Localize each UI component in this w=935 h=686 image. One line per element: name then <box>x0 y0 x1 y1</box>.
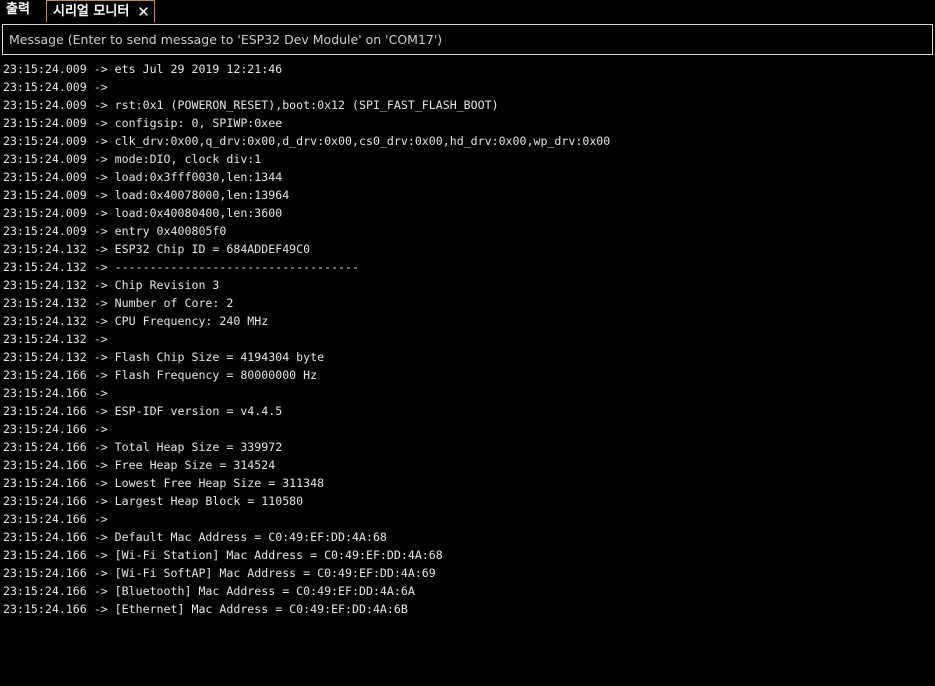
tab-serial-monitor[interactable]: 시리얼 모니터 ✕ <box>46 0 155 22</box>
log-line: 23:15:24.166 -> Total Heap Size = 339972 <box>3 440 283 454</box>
log-line: 23:15:24.009 -> load:0x40080400,len:3600 <box>3 206 283 220</box>
log-line: 23:15:24.132 -> Flash Chip Size = 419430… <box>3 350 325 364</box>
log-line: 23:15:24.166 -> <box>3 512 115 526</box>
log-line: 23:15:24.166 -> [Wi-Fi Station] Mac Addr… <box>3 548 443 562</box>
log-line: 23:15:24.132 -> Chip Revision 3 <box>3 278 220 292</box>
message-input[interactable] <box>2 24 933 55</box>
tab-output[interactable]: 출력 <box>6 0 30 21</box>
log-line: 23:15:24.009 -> load:0x3fff0030,len:1344 <box>3 170 283 184</box>
log-line: 23:15:24.166 -> Largest Heap Block = 110… <box>3 494 304 508</box>
log-line: 23:15:24.166 -> [Wi-Fi SoftAP] Mac Addre… <box>3 566 436 580</box>
log-line: 23:15:24.166 -> Free Heap Size = 314524 <box>3 458 276 472</box>
log-line: 23:15:24.132 -> ------------------------… <box>3 260 359 274</box>
log-line: 23:15:24.009 -> <box>3 80 115 94</box>
log-line: 23:15:24.132 -> <box>3 332 115 346</box>
message-bar <box>0 23 935 56</box>
log-line: 23:15:24.009 -> ets Jul 29 2019 12:21:46 <box>3 62 283 76</box>
tab-serial-monitor-label: 시리얼 모니터 <box>53 3 130 19</box>
log-line: 23:15:24.166 -> Default Mac Address = C0… <box>3 530 387 544</box>
log-line: 23:15:24.166 -> ESP-IDF version = v4.4.5 <box>3 404 283 418</box>
log-line: 23:15:24.132 -> CPU Frequency: 240 MHz <box>3 314 269 328</box>
tab-output-label: 출력 <box>6 2 30 17</box>
log-line: 23:15:24.166 -> Flash Frequency = 800000… <box>3 368 318 382</box>
log-line: 23:15:24.166 -> <box>3 422 115 436</box>
close-icon[interactable]: ✕ <box>137 2 150 22</box>
serial-output-log: 23:15:24.009 -> ets Jul 29 2019 12:21:46… <box>3 60 933 618</box>
log-line: 23:15:24.166 -> <box>3 386 115 400</box>
log-line: 23:15:24.009 -> rst:0x1 (POWERON_RESET),… <box>3 98 499 112</box>
log-line: 23:15:24.166 -> [Bluetooth] Mac Address … <box>3 584 415 598</box>
log-line: 23:15:24.166 -> Lowest Free Heap Size = … <box>3 476 325 490</box>
log-line: 23:15:24.009 -> mode:DIO, clock div:1 <box>3 152 262 166</box>
log-line: 23:15:24.132 -> ESP32 Chip ID = 684ADDEF… <box>3 242 311 256</box>
panel-tab-bar: 출력 시리얼 모니터 ✕ <box>0 0 935 22</box>
log-line: 23:15:24.009 -> clk_drv:0x00,q_drv:0x00,… <box>3 134 611 148</box>
log-line: 23:15:24.166 -> [Ethernet] Mac Address =… <box>3 602 408 616</box>
log-line: 23:15:24.009 -> configsip: 0, SPIWP:0xee <box>3 116 283 130</box>
log-line: 23:15:24.009 -> entry 0x400805f0 <box>3 224 227 238</box>
log-line: 23:15:24.009 -> load:0x40078000,len:1396… <box>3 188 290 202</box>
log-line: 23:15:24.132 -> Number of Core: 2 <box>3 296 234 310</box>
